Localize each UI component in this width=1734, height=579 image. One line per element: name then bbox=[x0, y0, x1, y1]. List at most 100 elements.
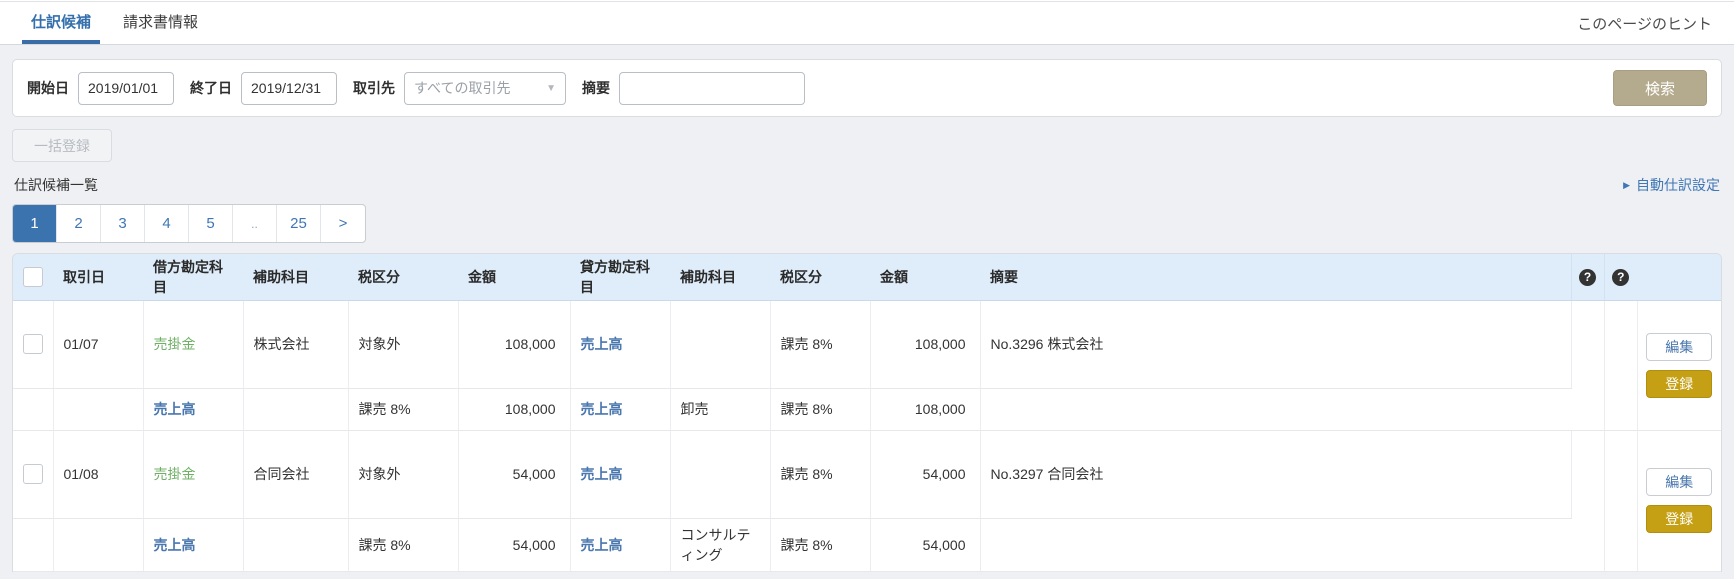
tab-invoice-info[interactable]: 請求書情報 bbox=[114, 2, 207, 44]
page-button-3[interactable]: 3 bbox=[101, 205, 145, 242]
table-row: 01/07 売掛金 株式会社 対象外 108,000 売上高 課売 8% 108… bbox=[13, 300, 1721, 388]
cell-help-2 bbox=[1604, 430, 1637, 571]
filter-panel: 開始日 終了日 取引先 すべての取引先 ▼ 摘要 検索 bbox=[12, 59, 1722, 117]
start-date-input[interactable] bbox=[78, 72, 174, 105]
cell-debit-account: 売掛金 bbox=[143, 430, 243, 518]
cell-credit-sub bbox=[670, 430, 770, 518]
cell-credit-sub: 卸売 bbox=[670, 388, 770, 430]
header-credit-amount: 金額 bbox=[870, 254, 980, 300]
cell-debit-sub: 株式会社 bbox=[243, 300, 348, 388]
cell-remark: No.3296 株式会社 bbox=[980, 300, 1571, 388]
row-checkbox-cell bbox=[13, 430, 53, 518]
main-content: 開始日 終了日 取引先 すべての取引先 ▼ 摘要 検索 一括登録 仕訳候補一覧 … bbox=[0, 45, 1734, 572]
triangle-right-icon: ▶ bbox=[1623, 180, 1630, 191]
cell-credit-tax: 課売 8% bbox=[770, 300, 870, 388]
auto-journal-settings-label: 自動仕訳設定 bbox=[1636, 175, 1720, 195]
page-button-4[interactable]: 4 bbox=[145, 205, 189, 242]
cell-date: 01/07 bbox=[53, 300, 143, 388]
end-date-label: 終了日 bbox=[190, 78, 232, 98]
row-checkbox-cell bbox=[13, 300, 53, 388]
cell-credit-sub: コンサルティング bbox=[670, 518, 770, 571]
end-date-group: 終了日 bbox=[190, 72, 337, 105]
page-button-25[interactable]: 25 bbox=[277, 205, 321, 242]
register-button[interactable]: 登録 bbox=[1646, 370, 1712, 398]
remark-input[interactable] bbox=[619, 72, 805, 105]
cell-help-1 bbox=[1571, 430, 1604, 571]
page-ellipsis: .. bbox=[233, 205, 277, 242]
page-button-2[interactable]: 2 bbox=[57, 205, 101, 242]
cell-credit-amount: 54,000 bbox=[870, 518, 980, 571]
header-remark: 摘要 bbox=[980, 254, 1571, 300]
cell-help-1 bbox=[1571, 300, 1604, 430]
table-row: 01/08 売掛金 合同会社 対象外 54,000 売上高 課売 8% 54,0… bbox=[13, 430, 1721, 518]
cell-debit-account[interactable]: 売上高 bbox=[143, 518, 243, 571]
list-title: 仕訳候補一覧 bbox=[14, 175, 98, 195]
cell-credit-account[interactable]: 売上高 bbox=[570, 300, 670, 388]
partner-select[interactable]: すべての取引先 ▼ bbox=[404, 72, 566, 105]
cell-debit-account[interactable]: 売上高 bbox=[143, 388, 243, 430]
journal-candidates-table-card: 取引日 借方勘定科目 補助科目 税区分 金額 貸方勘定科目 補助科目 税区分 金… bbox=[12, 253, 1722, 572]
page-next-button[interactable]: > bbox=[321, 205, 365, 242]
register-button[interactable]: 登録 bbox=[1646, 505, 1712, 533]
cell-debit-tax: 対象外 bbox=[348, 300, 458, 388]
pagination: 1 2 3 4 5 .. 25 > bbox=[12, 204, 366, 243]
cell-debit-account: 売掛金 bbox=[143, 300, 243, 388]
tabbar-spacer bbox=[221, 2, 1577, 44]
page-button-1[interactable]: 1 bbox=[13, 205, 57, 242]
cell-debit-amount: 108,000 bbox=[458, 300, 570, 388]
cell-credit-account[interactable]: 売上高 bbox=[570, 388, 670, 430]
header-debit-amount: 金額 bbox=[458, 254, 570, 300]
row-checkbox-cell-empty bbox=[13, 518, 53, 571]
header-debit-account: 借方勘定科目 bbox=[143, 254, 243, 300]
tab-label: 仕訳候補 bbox=[31, 11, 91, 32]
header-help-1: ? bbox=[1571, 254, 1604, 300]
row-checkbox[interactable] bbox=[23, 464, 43, 484]
cell-date-empty bbox=[53, 518, 143, 571]
header-help-2: ? bbox=[1604, 254, 1637, 300]
header-date: 取引日 bbox=[53, 254, 143, 300]
cell-credit-tax: 課売 8% bbox=[770, 518, 870, 571]
cell-credit-account[interactable]: 売上高 bbox=[570, 430, 670, 518]
table-header-row: 取引日 借方勘定科目 補助科目 税区分 金額 貸方勘定科目 補助科目 税区分 金… bbox=[13, 254, 1721, 300]
cell-debit-tax: 課売 8% bbox=[348, 388, 458, 430]
cell-debit-tax: 課売 8% bbox=[348, 518, 458, 571]
table-sub-row: 売上高 課売 8% 108,000 売上高 卸売 課売 8% 108,000 bbox=[13, 388, 1721, 430]
cell-credit-amount: 54,000 bbox=[870, 430, 980, 518]
cell-credit-tax: 課売 8% bbox=[770, 388, 870, 430]
select-all-checkbox[interactable] bbox=[23, 267, 43, 287]
cell-debit-sub: 合同会社 bbox=[243, 430, 348, 518]
cell-remark-empty bbox=[980, 518, 1571, 571]
cell-credit-amount: 108,000 bbox=[870, 300, 980, 388]
partner-select-value: すべての取引先 bbox=[414, 78, 510, 98]
auto-journal-settings-link[interactable]: ▶ 自動仕訳設定 bbox=[1623, 175, 1720, 195]
cell-credit-account[interactable]: 売上高 bbox=[570, 518, 670, 571]
cell-credit-amount: 108,000 bbox=[870, 388, 980, 430]
partner-group: 取引先 すべての取引先 ▼ bbox=[353, 72, 566, 105]
cell-remark-empty bbox=[980, 388, 1571, 430]
edit-button[interactable]: 編集 bbox=[1646, 333, 1712, 361]
page-hint-link[interactable]: このページのヒント bbox=[1577, 2, 1712, 44]
search-button[interactable]: 検索 bbox=[1613, 70, 1707, 106]
row-checkbox[interactable] bbox=[23, 334, 43, 354]
cell-remark: No.3297 合同会社 bbox=[980, 430, 1571, 518]
cell-debit-amount: 108,000 bbox=[458, 388, 570, 430]
help-icon[interactable]: ? bbox=[1579, 269, 1596, 286]
table-sub-row: 売上高 課売 8% 54,000 売上高 コンサルティング 課売 8% 54,0… bbox=[13, 518, 1721, 571]
chevron-down-icon: ▼ bbox=[546, 83, 556, 94]
help-icon[interactable]: ? bbox=[1612, 269, 1629, 286]
cell-debit-sub bbox=[243, 388, 348, 430]
tab-journal-candidates[interactable]: 仕訳候補 bbox=[22, 2, 100, 44]
cell-help-2 bbox=[1604, 300, 1637, 430]
page-button-5[interactable]: 5 bbox=[189, 205, 233, 242]
cell-date: 01/08 bbox=[53, 430, 143, 518]
header-debit-tax: 税区分 bbox=[348, 254, 458, 300]
cell-credit-sub bbox=[670, 300, 770, 388]
edit-button[interactable]: 編集 bbox=[1646, 468, 1712, 496]
end-date-input[interactable] bbox=[241, 72, 337, 105]
start-date-group: 開始日 bbox=[27, 72, 174, 105]
tab-label: 請求書情報 bbox=[123, 11, 198, 32]
remark-group: 摘要 bbox=[582, 72, 805, 105]
cell-debit-sub bbox=[243, 518, 348, 571]
bulk-register-button[interactable]: 一括登録 bbox=[12, 129, 112, 162]
partner-label: 取引先 bbox=[353, 78, 395, 98]
